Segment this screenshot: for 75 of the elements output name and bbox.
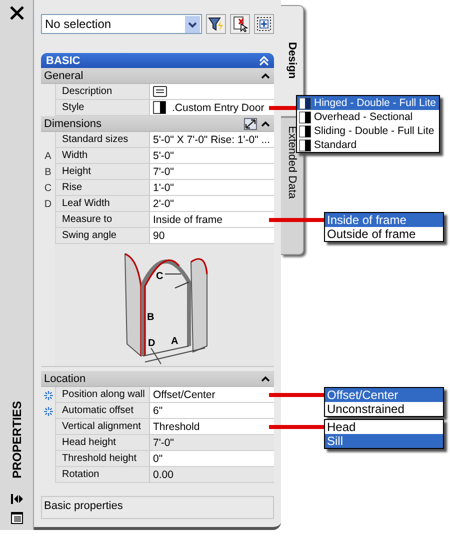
property-label: Rise: [55, 180, 149, 196]
property-value[interactable]: Offset/Center: [149, 387, 274, 403]
description-text: Basic properties: [44, 500, 123, 512]
property-label: Width: [55, 148, 149, 164]
property-value[interactable]: 7'-0": [149, 435, 274, 451]
dimension-letter: B: [44, 166, 52, 178]
dimension-icon: [244, 118, 257, 130]
property-label: Description: [55, 84, 149, 100]
property-label: Leaf Width: [55, 196, 149, 212]
menu-button[interactable]: [10, 512, 22, 524]
dimension-letter: A: [44, 150, 52, 162]
dimension-letter: D: [44, 198, 52, 210]
door-style-icon: [153, 101, 166, 114]
property-label: Vertical alignment: [55, 419, 149, 435]
dimension-label: C: [156, 271, 164, 282]
property-value[interactable]: 1'-0": [149, 180, 274, 196]
description-field[interactable]: [149, 84, 274, 100]
property-value[interactable]: 6": [149, 403, 274, 419]
property-value[interactable]: 2'-0": [149, 196, 274, 212]
property-value[interactable]: 5'-0" X 7'-0" Rise: 1'-0" ...: [149, 132, 274, 148]
dimension-letter: C: [44, 182, 52, 194]
property-label: Automatic offset: [55, 403, 149, 419]
list-option[interactable]: Offset/Center: [325, 388, 443, 402]
list-option[interactable]: Unconstrained: [325, 402, 443, 416]
tab[interactable]: Design: [281, 5, 304, 117]
property-label: Swing angle: [55, 228, 149, 244]
pickadd-button[interactable]: [254, 14, 274, 34]
funnel-icon: [208, 16, 224, 32]
property-label: Style: [55, 100, 149, 116]
dotted-box-icon: [256, 16, 272, 32]
property-label: Height: [55, 164, 149, 180]
quick-select-button[interactable]: [206, 14, 226, 34]
door-style-icon: [299, 110, 311, 124]
property-value[interactable]: Inside of frame: [149, 212, 274, 228]
door-style-icon: [299, 124, 311, 138]
list-option[interactable]: Head: [325, 420, 443, 434]
select-objects-button[interactable]: [230, 14, 250, 34]
double-chevron-icon: [259, 56, 269, 66]
property-label: Standard sizes: [55, 132, 149, 148]
arrows-icon: [10, 494, 22, 504]
chevron-icon: [261, 72, 270, 78]
dimension-label: D: [148, 338, 156, 349]
list-option[interactable]: Outside of frame: [325, 227, 443, 241]
cursor-icon: [232, 16, 248, 32]
category-header[interactable]: Dimensions: [41, 116, 274, 132]
list-option[interactable]: Sill: [325, 434, 443, 448]
section-header[interactable]: BASIC: [41, 53, 274, 68]
property-value[interactable]: 0.00: [149, 467, 274, 483]
chevron-icon: [261, 376, 270, 382]
list-option[interactable]: Hinged - Double - Full Lite: [297, 96, 439, 110]
property-value[interactable]: 7'-0": [149, 164, 274, 180]
category-header[interactable]: General: [41, 68, 274, 84]
property-value[interactable]: 5'-0": [149, 148, 274, 164]
property-label: Rotation: [55, 467, 149, 483]
caret-icon: [185, 16, 200, 32]
list-option[interactable]: Inside of frame: [325, 213, 443, 227]
property-label: Threshold height: [55, 451, 149, 467]
selection-dropdown[interactable]: No selection: [41, 14, 202, 34]
chevron-icon: [261, 120, 270, 126]
list-icon: [10, 512, 22, 524]
property-label: Position along wall: [55, 387, 149, 403]
dimension-label: B: [147, 312, 154, 323]
close-button[interactable]: [10, 6, 24, 20]
property-value[interactable]: Threshold: [149, 419, 274, 435]
category-header[interactable]: Location: [41, 371, 274, 387]
property-value[interactable]: 0": [149, 451, 274, 467]
property-label: Head height: [55, 435, 149, 451]
palette-title: PROPERTIES: [10, 400, 24, 478]
property-value[interactable]: 90: [149, 228, 274, 244]
note-icon: [153, 86, 167, 97]
dimension-label: A: [171, 336, 178, 347]
close-icon: [10, 6, 24, 20]
auto-hide-button[interactable]: [10, 494, 22, 504]
property-value[interactable]: .Custom Entry Door: [149, 100, 274, 116]
property-label: Measure to: [55, 212, 149, 228]
